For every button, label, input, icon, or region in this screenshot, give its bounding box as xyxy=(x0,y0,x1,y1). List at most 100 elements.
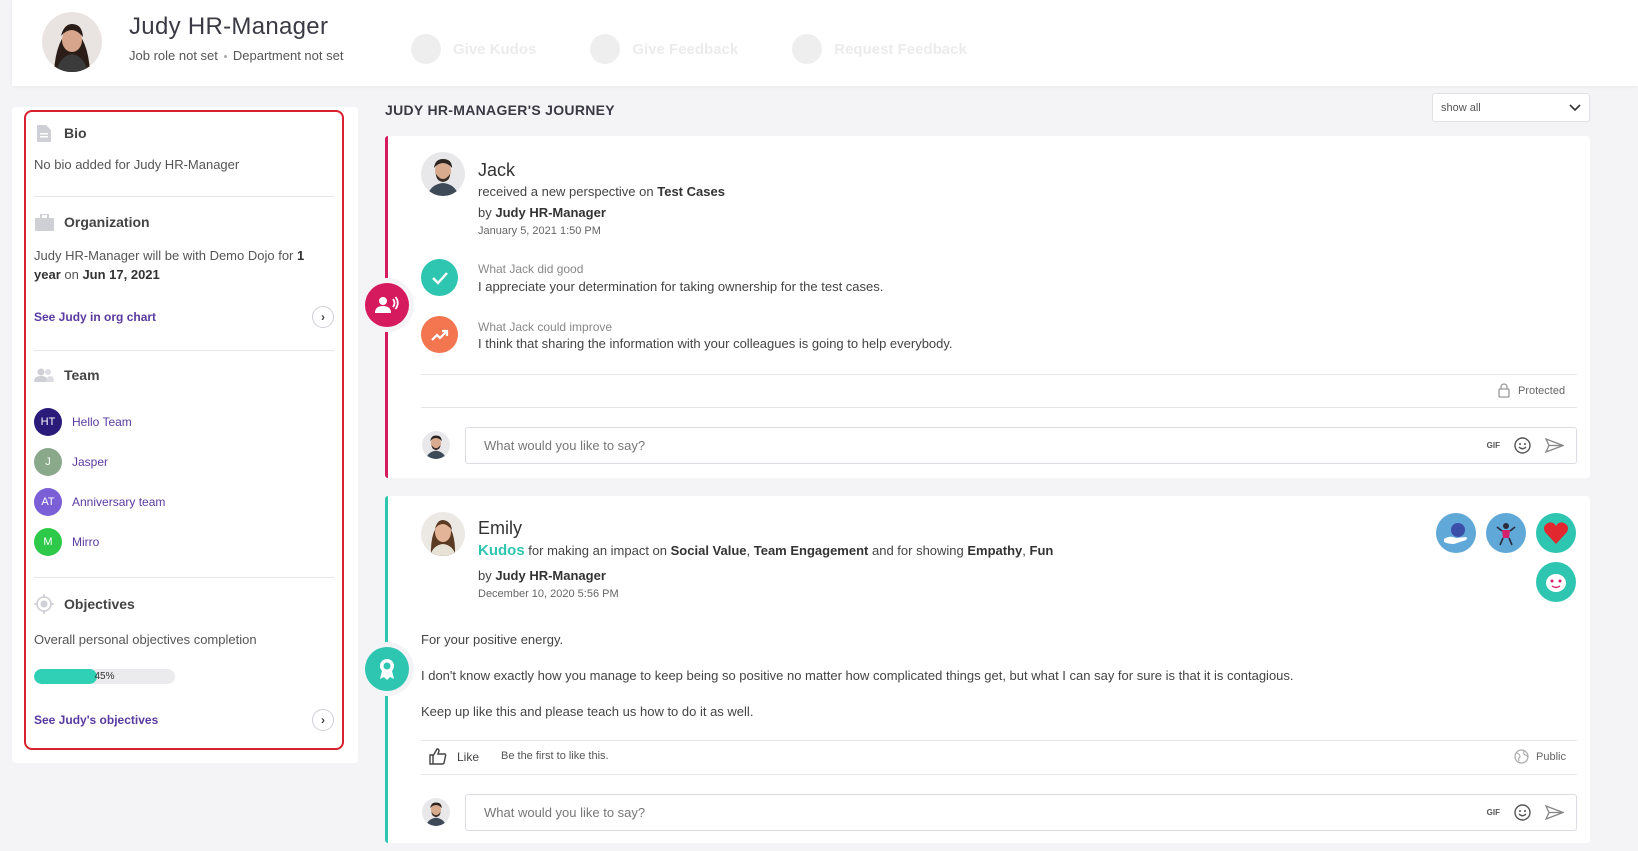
emoji-icon[interactable] xyxy=(1514,437,1531,454)
organization-text: Judy HR-Manager will be with Demo Dojo f… xyxy=(34,248,305,282)
team-title: Team xyxy=(64,367,100,383)
divider xyxy=(421,374,1577,375)
kudos-icon xyxy=(411,34,441,64)
team-item-anniversary-team[interactable]: AT Anniversary team xyxy=(34,488,165,516)
send-icon[interactable] xyxy=(1545,438,1564,453)
check-icon xyxy=(421,259,458,296)
post-by: by Judy HR-Manager xyxy=(478,568,606,583)
value-tag: Fun xyxy=(1029,543,1054,558)
emily-avatar xyxy=(421,512,465,556)
kudos-summary: Kudos for making an impact on Social Val… xyxy=(478,542,1054,559)
journey-title: JUDY HR-MANAGER'S JOURNEY xyxy=(385,102,615,118)
post-date: December 10, 2020 5:56 PM xyxy=(478,588,619,600)
objectives-link[interactable]: See Judy's objectives › xyxy=(34,709,334,731)
empathy-badge-icon xyxy=(1536,513,1576,553)
comment-input[interactable]: What would you like to say? GIF xyxy=(465,794,1577,831)
post-summary: received a new perspective on Test Cases xyxy=(478,184,725,199)
briefcase-icon xyxy=(34,212,54,232)
lock-icon xyxy=(1498,383,1510,398)
gif-button[interactable]: GIF xyxy=(1487,808,1500,817)
team-avatar: AT xyxy=(34,488,62,516)
good-text: I appreciate your determination for taki… xyxy=(478,279,884,294)
profile-header: Judy HR-Manager Job role not set Departme… xyxy=(12,0,1638,86)
bio-section: Bio xyxy=(34,123,334,143)
improve-label: What Jack could improve xyxy=(478,320,613,334)
post-by-author: Judy HR-Manager xyxy=(495,568,606,583)
kudos-message-line: For your positive energy. xyxy=(421,632,564,647)
team-avatar: J xyxy=(34,448,62,476)
give-kudos-button[interactable]: Give Kudos xyxy=(395,27,574,71)
team-avatar: HT xyxy=(34,408,62,436)
team-item-hello-team[interactable]: HT Hello Team xyxy=(34,408,132,436)
org-chart-link[interactable]: See Judy in org chart › xyxy=(34,306,334,328)
like-status: Be the first to like this. xyxy=(501,750,609,762)
feedback-timeline-icon xyxy=(365,283,409,327)
team-item-jasper[interactable]: J Jasper xyxy=(34,448,108,476)
improve-text: I think that sharing the information wit… xyxy=(478,336,953,351)
comment-tools: GIF xyxy=(1487,795,1564,830)
kudos-label: Kudos xyxy=(478,542,525,559)
send-icon[interactable] xyxy=(1545,805,1564,820)
value-tag: Team Engagement xyxy=(753,543,869,558)
value-tag: Social Value xyxy=(670,543,747,558)
post-date: January 5, 2021 1:50 PM xyxy=(478,225,601,237)
gif-button[interactable]: GIF xyxy=(1487,441,1500,450)
profile-name: Judy HR-Manager xyxy=(129,13,329,40)
journey-filter-select[interactable]: show all xyxy=(1432,93,1590,122)
bio-title: Bio xyxy=(64,125,87,141)
team-section: Team xyxy=(34,365,334,385)
give-feedback-button[interactable]: Give Feedback xyxy=(574,27,776,71)
objectives-text: Overall personal objectives completion xyxy=(34,632,257,647)
good-label: What Jack did good xyxy=(478,262,584,276)
divider xyxy=(421,740,1577,741)
commenter-avatar xyxy=(422,431,450,459)
divider xyxy=(421,774,1577,775)
chevron-down-icon xyxy=(1569,103,1581,111)
organization-section: Organization xyxy=(34,212,334,232)
post-author[interactable]: Jack xyxy=(478,160,515,181)
chevron-right-icon[interactable]: › xyxy=(312,306,334,328)
team-avatar: M xyxy=(34,528,62,556)
org-date: Jun 17, 2021 xyxy=(82,267,160,282)
document-icon xyxy=(34,123,54,143)
team-item-mirro[interactable]: M Mirro xyxy=(34,528,99,556)
post-author[interactable]: Emily xyxy=(478,518,522,539)
visibility-status: Protected xyxy=(1498,383,1565,398)
emoji-icon[interactable] xyxy=(1514,804,1531,821)
feedback-icon xyxy=(590,34,621,64)
objectives-section: Objectives xyxy=(34,594,334,614)
department: Department not set xyxy=(232,48,344,63)
objectives-progress-bar: 45% xyxy=(34,669,175,684)
profile-meta: Job role not set Department not set xyxy=(129,48,343,63)
organization-title: Organization xyxy=(64,214,150,230)
team-engagement-badge-icon xyxy=(1486,513,1526,553)
post-by: by Judy HR-Manager xyxy=(478,205,606,220)
value-tag: Empathy xyxy=(967,543,1023,558)
profile-avatar xyxy=(42,12,102,72)
people-icon xyxy=(34,365,54,385)
kudos-message-line: Keep up like this and please teach us ho… xyxy=(421,704,754,719)
progress-label: 45% xyxy=(94,671,115,682)
comment-tools: GIF xyxy=(1487,428,1564,463)
jack-avatar xyxy=(421,152,465,196)
visibility-status: Public xyxy=(1514,749,1566,764)
divider xyxy=(34,577,334,578)
request-feedback-button[interactable]: Request Feedback xyxy=(776,27,1005,71)
globe-icon xyxy=(1514,749,1529,764)
post-by-author: Judy HR-Manager xyxy=(495,205,606,220)
trending-up-icon xyxy=(421,316,458,353)
bio-text: No bio added for Judy HR-Manager xyxy=(34,157,240,172)
header-actions: Give Kudos Give Feedback Request Feedbac… xyxy=(395,27,1005,71)
like-button[interactable]: Like xyxy=(429,748,479,765)
job-role: Job role not set xyxy=(129,48,218,63)
separator-dot xyxy=(223,55,227,59)
thumbs-up-icon xyxy=(429,748,447,765)
document-icon xyxy=(792,34,823,64)
objectives-title: Objectives xyxy=(64,596,135,612)
commenter-avatar xyxy=(422,798,450,826)
kudos-timeline-icon xyxy=(365,647,409,691)
comment-input[interactable]: What would you like to say? GIF xyxy=(465,427,1577,464)
chevron-right-icon[interactable]: › xyxy=(312,709,334,731)
divider xyxy=(34,350,334,351)
divider xyxy=(421,407,1577,408)
